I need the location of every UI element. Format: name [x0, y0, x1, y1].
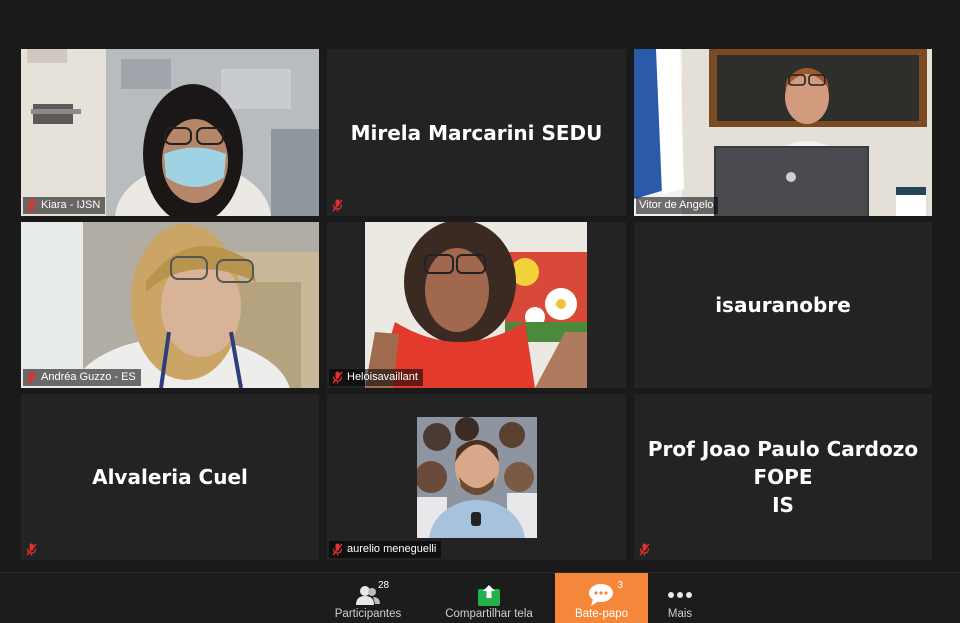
participant-status: [636, 541, 655, 558]
display-name-line-1: Prof Joao Paulo Cardozo FOPE: [647, 437, 919, 489]
muted-mic-icon: [332, 199, 343, 212]
more-icon: [668, 592, 692, 598]
video-tile-isaura[interactable]: isauranobre: [634, 222, 932, 388]
participant-name-label: Kiara - IJSN: [23, 197, 106, 214]
video-feed: [634, 49, 932, 216]
participant-display-name: Alvaleria Cuel: [92, 465, 248, 489]
chat-count-badge: 3: [617, 580, 624, 591]
more-button-label: Mais: [667, 608, 693, 620]
avatar-photo: [417, 417, 537, 538]
participant-status: [23, 541, 42, 558]
participant-name: aurelio meneguelli: [347, 543, 437, 555]
participant-display-name: Mirela Marcarini SEDU: [350, 120, 603, 145]
profile-picture: [417, 417, 537, 538]
meeting-toolbar: 28 Participantes Compartilhar tela 3 Bat…: [0, 572, 960, 623]
muted-mic-icon: [332, 371, 343, 384]
video-tile-aurelio[interactable]: aurelio meneguelli: [327, 394, 626, 560]
display-name-line-2: IS: [772, 493, 794, 517]
video-frame-image: [634, 49, 932, 216]
participant-name-label: Vitor de Angelo: [636, 197, 719, 214]
chat-button[interactable]: 3 Bate-papo: [555, 573, 648, 623]
video-feed: [365, 222, 587, 388]
participant-name: Heloisavaillant: [347, 371, 418, 383]
video-feed: [21, 222, 319, 388]
video-gallery: Kiara - IJSN Mirela Marcarini SEDU Vitor…: [0, 0, 960, 572]
video-tile-vitor[interactable]: Vitor de Angelo: [634, 49, 932, 216]
participant-status: [329, 197, 348, 214]
participants-button[interactable]: 28 Participantes: [322, 573, 414, 623]
participant-name-label: Heloisavaillant: [329, 369, 423, 386]
chat-button-label: Bate-papo: [574, 608, 629, 620]
more-button[interactable]: Mais: [654, 573, 706, 623]
video-feed: [21, 49, 319, 216]
participants-count-badge: 28: [378, 580, 390, 591]
muted-mic-icon: [26, 371, 37, 384]
muted-mic-icon: [26, 199, 37, 212]
video-tile-kiara[interactable]: Kiara - IJSN: [21, 49, 319, 216]
video-frame-image: [21, 49, 319, 216]
share-screen-icon: [478, 585, 500, 606]
participant-name-label: Andréa Guzzo - ES: [23, 369, 141, 386]
participant-name: Kiara - IJSN: [41, 199, 101, 211]
participant-display-name: isauranobre: [715, 293, 851, 317]
muted-mic-icon: [26, 543, 37, 556]
video-tile-mirela[interactable]: Mirela Marcarini SEDU: [327, 49, 626, 216]
participant-name-label: aurelio meneguelli: [329, 541, 442, 558]
video-frame-image: [21, 222, 319, 388]
video-tile-alvaleria[interactable]: Alvaleria Cuel: [21, 394, 319, 560]
video-tile-joao[interactable]: Prof Joao Paulo Cardozo FOPE IS: [634, 394, 932, 560]
muted-mic-icon: [639, 543, 650, 556]
video-tile-andrea[interactable]: Andréa Guzzo - ES: [21, 222, 319, 388]
video-tile-heloisa[interactable]: Heloisavaillant: [327, 222, 626, 388]
share-screen-button[interactable]: Compartilhar tela: [436, 573, 542, 623]
participant-display-name: Prof Joao Paulo Cardozo FOPE IS: [634, 435, 932, 519]
chat-icon: [588, 584, 613, 606]
participant-name: Andréa Guzzo - ES: [41, 371, 136, 383]
share-screen-button-label: Compartilhar tela: [445, 608, 533, 620]
video-frame-image: [365, 222, 587, 388]
muted-mic-icon: [332, 543, 343, 556]
participant-name: Vitor de Angelo: [639, 199, 714, 211]
participants-button-label: Participantes: [334, 608, 402, 620]
